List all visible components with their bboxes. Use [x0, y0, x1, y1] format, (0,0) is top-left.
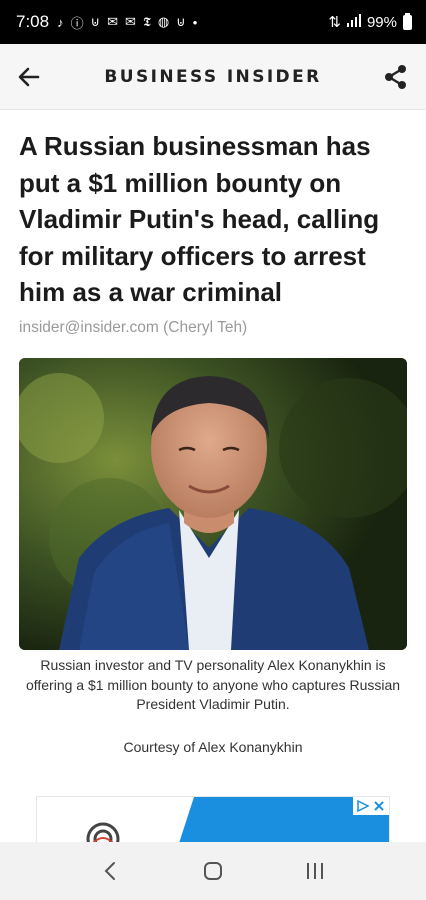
share-icon	[385, 65, 406, 89]
dot-icon: •	[192, 14, 198, 30]
back-arrow-icon	[18, 67, 40, 87]
article-byline[interactable]: insider@insider.com (Cheryl Teh)	[19, 319, 247, 337]
nav-back-icon	[104, 862, 115, 880]
app-header: BUSINESS INSIDER	[0, 44, 426, 110]
ink-icon: ⊍	[176, 14, 186, 29]
article-hero-image[interactable]	[19, 358, 407, 650]
info-icon: ⓘ	[70, 15, 84, 31]
wifi-icon: ⇅	[328, 14, 341, 31]
tiktok-icon: ♪	[57, 14, 64, 30]
back-button[interactable]	[16, 64, 42, 90]
status-right: ⇅ 99%	[328, 12, 412, 31]
article-headline: A Russian businessman has put a $1 milli…	[19, 131, 380, 307]
ad-controls	[353, 797, 389, 815]
image-credit: Courtesy of Alex Konanykhin	[123, 739, 303, 755]
status-bar: 7:08 ♪ ⓘ ⊍ ✉ ✉ 𝕿 ◍ ⊍ • ⇅ 99%	[0, 0, 426, 44]
notification-icons: ♪ ⓘ ⊍ ✉ ✉ 𝕿 ◍ ⊍ •	[57, 13, 197, 32]
nav-home-icon	[204, 862, 222, 880]
nav-back-button[interactable]	[91, 851, 131, 891]
nyt-icon: 𝕿	[142, 14, 151, 29]
close-icon[interactable]	[372, 799, 386, 813]
battery-icon	[403, 12, 412, 30]
ink-icon: ⊍	[90, 14, 101, 29]
system-nav-bar	[0, 842, 426, 900]
nav-home-button[interactable]	[193, 851, 233, 891]
gmail-icon: ✉	[125, 14, 136, 29]
brand-title: BUSINESS INSIDER	[104, 66, 322, 87]
signal-icon	[346, 13, 361, 31]
adchoices-icon[interactable]	[356, 799, 370, 813]
image-caption: Russian investor and TV personality Alex…	[25, 657, 401, 712]
status-time: 7:08	[16, 12, 50, 31]
battery-percent: 99%	[366, 13, 397, 31]
share-button[interactable]	[382, 63, 410, 91]
nav-recents-icon	[307, 863, 323, 879]
mail-icon: ✉	[107, 14, 119, 29]
nav-recents-button[interactable]	[295, 851, 335, 891]
assistant-icon: ◍	[157, 14, 170, 29]
